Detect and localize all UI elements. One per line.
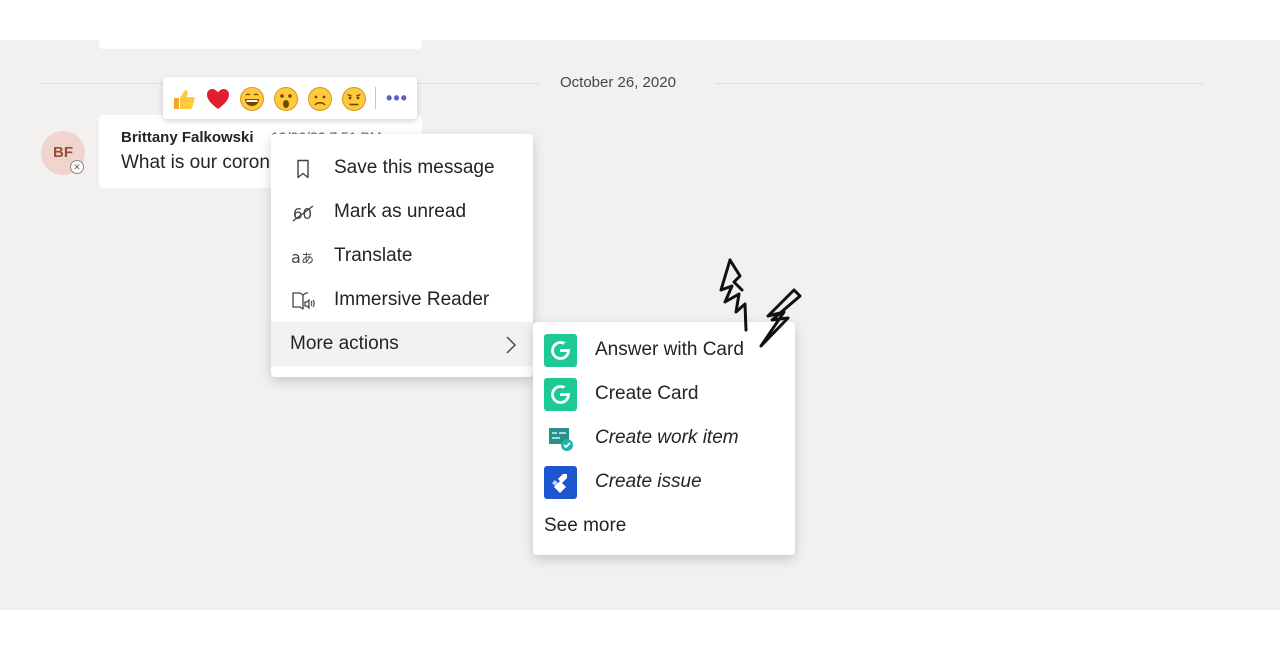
presence-offline-icon: ✕ (70, 160, 84, 174)
work-item-icon (544, 422, 577, 455)
save-message-label: Save this message (334, 157, 495, 178)
divider-line-right (715, 83, 1204, 84)
heart-reaction-icon[interactable] (205, 86, 231, 112)
translate-menu-item[interactable]: aあ Translate (271, 234, 533, 278)
create-issue-label: Create issue (595, 471, 702, 492)
laugh-reaction-icon[interactable] (239, 86, 265, 112)
svg-text:あ: あ (301, 252, 314, 267)
guru-icon (544, 334, 577, 367)
create-card-menu-item[interactable]: Create Card (533, 372, 795, 416)
create-issue-menu-item[interactable]: Create issue (533, 460, 795, 504)
angry-reaction-icon[interactable] (341, 86, 367, 112)
mark-unread-icon: 60 (291, 201, 315, 225)
more-actions-submenu: Answer with Card Create Card Create work… (533, 322, 795, 555)
immersive-reader-label: Immersive Reader (334, 289, 490, 310)
guru-icon (544, 378, 577, 411)
more-actions-menu-item[interactable]: More actions (271, 322, 533, 366)
previous-message-bubble (99, 40, 422, 49)
mark-unread-label: Mark as unread (334, 201, 467, 222)
bookmark-icon (291, 157, 315, 181)
reaction-bar: ••• (163, 77, 417, 119)
message-text: What is our coron (121, 152, 270, 173)
save-message-menu-item[interactable]: Save this message (271, 146, 533, 190)
surprised-reaction-icon[interactable] (273, 86, 299, 112)
like-reaction-icon[interactable] (171, 86, 197, 112)
message-context-menu: Save this message 60 Mark as unread aあ T… (271, 134, 533, 377)
translate-label: Translate (334, 245, 413, 266)
create-work-item-menu-item[interactable]: Create work item (533, 416, 795, 460)
more-actions-label: More actions (290, 333, 399, 354)
sad-reaction-icon[interactable] (307, 86, 333, 112)
jira-icon (544, 466, 577, 499)
svg-text:a: a (291, 248, 301, 267)
see-more-link[interactable]: See more (544, 515, 626, 537)
chevron-right-icon (503, 333, 519, 357)
date-divider-text: October 26, 2020 (560, 74, 676, 91)
immersive-reader-menu-item[interactable]: Immersive Reader (271, 278, 533, 322)
translate-icon: aあ (291, 245, 315, 269)
create-work-item-label: Create work item (595, 427, 739, 448)
message-author: Brittany Falkowski (121, 129, 254, 146)
mark-unread-menu-item[interactable]: 60 Mark as unread (271, 190, 533, 234)
lightning-doodle-icon (712, 252, 822, 352)
immersive-reader-icon (291, 289, 315, 313)
more-options-icon[interactable]: ••• (383, 86, 411, 112)
reaction-separator (375, 87, 376, 109)
create-card-label: Create Card (595, 383, 699, 404)
